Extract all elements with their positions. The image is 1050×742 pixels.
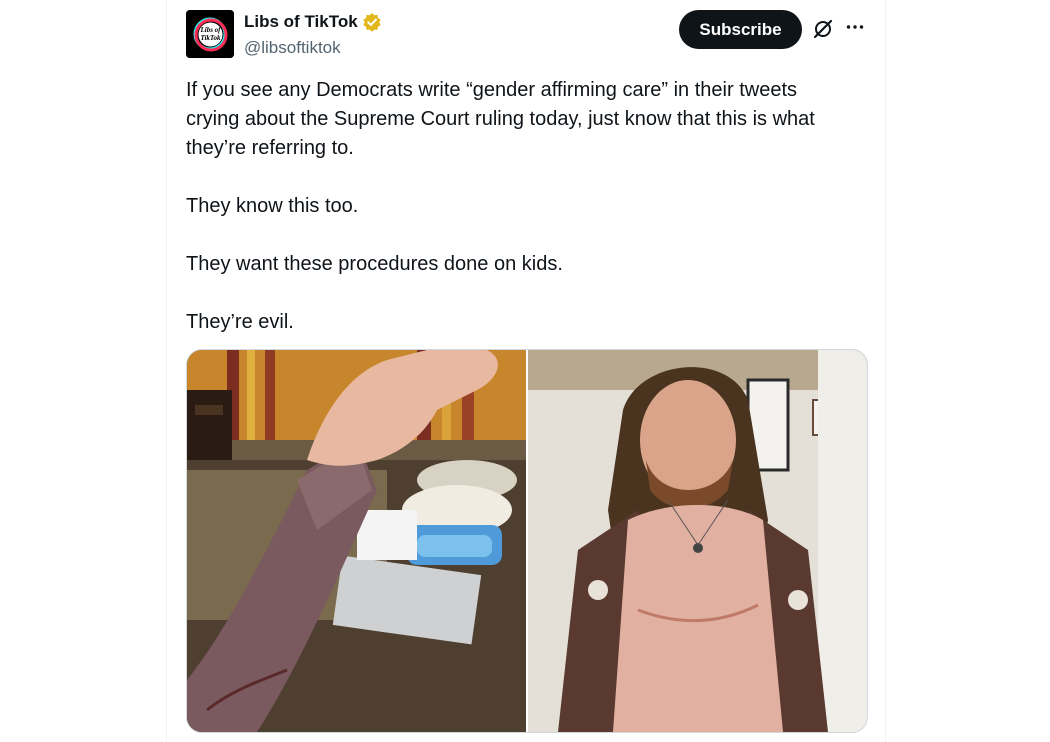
- tweet-text: If you see any Democrats write “gender a…: [186, 79, 815, 333]
- display-name[interactable]: Libs of TikTok: [244, 12, 358, 32]
- tweet-card: Libs of TikTok Libs of TikTok @libsoftik…: [166, 0, 886, 742]
- author-handle[interactable]: @libsoftiktok: [244, 38, 341, 58]
- more-icon[interactable]: [844, 16, 866, 38]
- grok-icon[interactable]: [812, 18, 834, 40]
- subscribe-button[interactable]: Subscribe: [679, 10, 802, 49]
- verified-badge-icon[interactable]: [362, 12, 382, 32]
- author-name-row: Libs of TikTok: [244, 12, 382, 32]
- tweet-photo-1[interactable]: [187, 350, 526, 732]
- tweet-photo-2[interactable]: [528, 350, 867, 732]
- avatar[interactable]: Libs of TikTok: [186, 10, 234, 58]
- avatar-logo-text-2: TikTok: [200, 34, 221, 42]
- avatar-logo-text-1: Libs of: [199, 26, 221, 34]
- media-grid[interactable]: [186, 349, 868, 733]
